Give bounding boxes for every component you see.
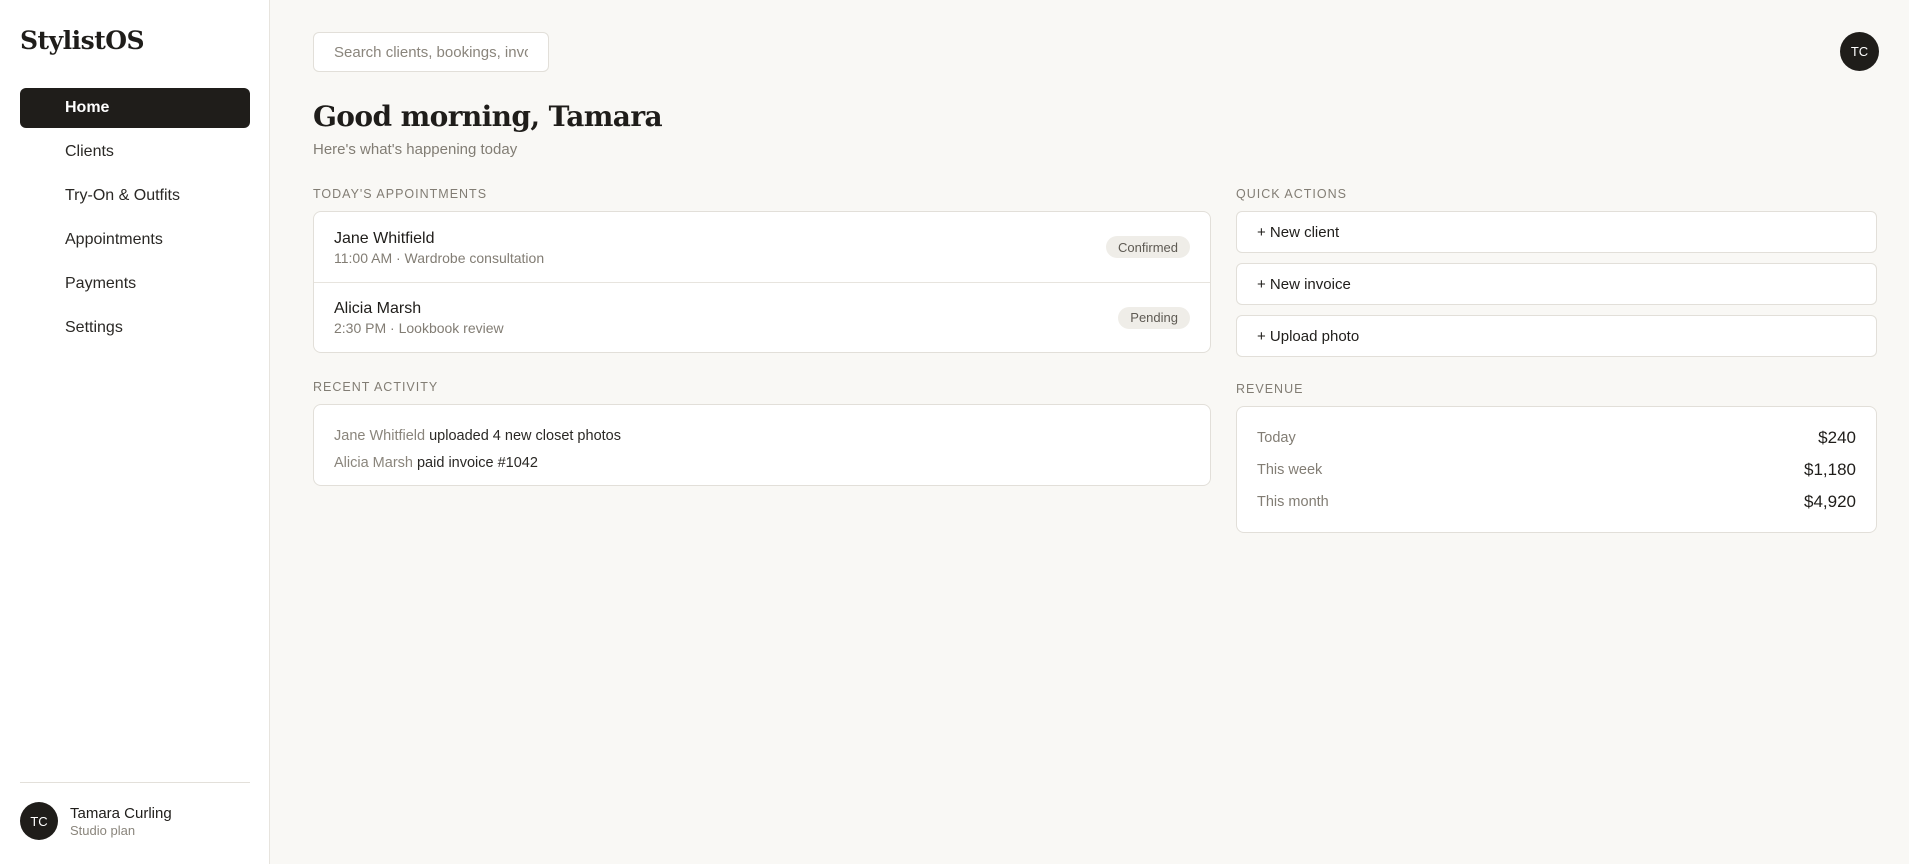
appointment-info: Jane Whitfield 11:00 AM · Wardrobe consu… bbox=[334, 228, 544, 267]
activity-item: Alicia Marsh paid invoice #1042 bbox=[334, 450, 1190, 477]
revenue-value: $4,920 bbox=[1804, 492, 1856, 511]
quick-actions-heading: QUICK ACTIONS bbox=[1236, 187, 1347, 201]
activity-heading: RECENT ACTIVITY bbox=[313, 380, 439, 394]
sidebar-item-clients[interactable]: Clients bbox=[20, 132, 250, 172]
revenue-row: This month $4,920 bbox=[1237, 486, 1876, 518]
revenue-row: This week $1,180 bbox=[1237, 454, 1876, 486]
revenue-label: Today bbox=[1257, 430, 1296, 446]
search-input[interactable] bbox=[313, 32, 549, 72]
new-invoice-button[interactable]: + New invoice bbox=[1236, 263, 1877, 305]
sidebar-divider bbox=[20, 782, 250, 783]
appointment-row[interactable]: Alicia Marsh 2:30 PM · Lookbook review P… bbox=[314, 282, 1210, 352]
appointment-row[interactable]: Jane Whitfield 11:00 AM · Wardrobe consu… bbox=[314, 212, 1210, 282]
revenue-label: This week bbox=[1257, 462, 1323, 478]
revenue-value: $240 bbox=[1818, 428, 1856, 447]
revenue-label: This month bbox=[1257, 494, 1329, 510]
status-badge: Confirmed bbox=[1106, 236, 1190, 258]
user-text: Tamara Curling Studio plan bbox=[70, 805, 172, 838]
revenue-heading: REVENUE bbox=[1236, 382, 1304, 396]
sidebar-nav: Home Clients Try-On & Outfits Appointmen… bbox=[20, 88, 250, 352]
appointment-info: Alicia Marsh 2:30 PM · Lookbook review bbox=[334, 298, 504, 337]
header-avatar[interactable]: TC bbox=[1840, 32, 1879, 71]
brand-logo[interactable]: StylistOS bbox=[20, 26, 145, 55]
sidebar-item-payments[interactable]: Payments bbox=[20, 264, 250, 304]
user-profile[interactable]: TC Tamara Curling Studio plan bbox=[20, 802, 172, 840]
upload-photo-button[interactable]: + Upload photo bbox=[1236, 315, 1877, 357]
user-name: Tamara Curling bbox=[70, 804, 172, 822]
user-plan: Studio plan bbox=[70, 822, 136, 838]
revenue-card: Today $240 This week $1,180 This month $… bbox=[1236, 406, 1877, 533]
sidebar-item-settings[interactable]: Settings bbox=[20, 308, 250, 348]
sidebar: StylistOS Home Clients Try-On & Outfits … bbox=[0, 0, 270, 864]
sidebar-item-appointments[interactable]: Appointments bbox=[20, 220, 250, 260]
page-title: Good morning, Tamara bbox=[313, 100, 663, 133]
avatar: TC bbox=[20, 802, 58, 840]
appointments-card: Jane Whitfield 11:00 AM · Wardrobe consu… bbox=[313, 211, 1211, 353]
revenue-row: Today $240 bbox=[1237, 422, 1876, 454]
appointments-heading: TODAY'S APPOINTMENTS bbox=[313, 187, 488, 201]
activity-client[interactable]: Jane Whitfield bbox=[334, 428, 425, 444]
sidebar-item-try-on-outfits[interactable]: Try-On & Outfits bbox=[20, 176, 250, 216]
appointment-client-name: Alicia Marsh bbox=[334, 300, 422, 317]
appointment-detail: 2:30 PM · Lookbook review bbox=[334, 320, 504, 336]
activity-client[interactable]: Alicia Marsh bbox=[334, 455, 413, 471]
new-client-button[interactable]: + New client bbox=[1236, 211, 1877, 253]
appointment-client-name: Jane Whitfield bbox=[334, 229, 435, 247]
activity-card: Jane Whitfield uploaded 4 new closet pho… bbox=[313, 404, 1211, 486]
activity-item: Jane Whitfield uploaded 4 new closet pho… bbox=[334, 423, 1190, 450]
appointment-detail: 11:00 AM · Wardrobe consultation bbox=[334, 249, 545, 266]
activity-text: uploaded 4 new closet photos bbox=[425, 428, 621, 444]
sidebar-item-home[interactable]: Home bbox=[20, 88, 250, 128]
revenue-value: $1,180 bbox=[1804, 460, 1856, 479]
page-subtitle: Here's what's happening today bbox=[313, 141, 518, 158]
activity-text: paid invoice #1042 bbox=[412, 455, 538, 471]
status-badge: Pending bbox=[1118, 306, 1190, 329]
